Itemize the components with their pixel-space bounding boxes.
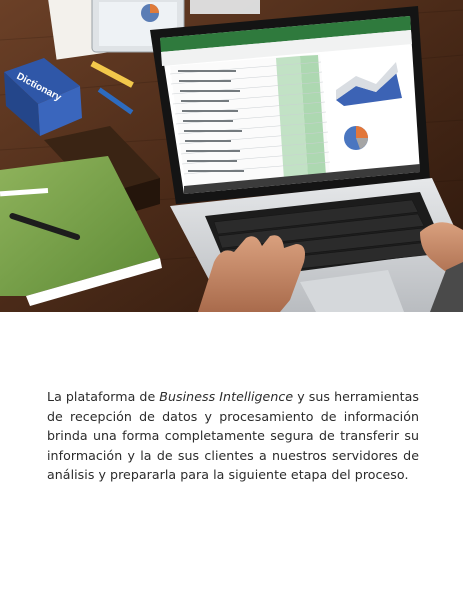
caption-italic-term: Business Intelligence [159,389,294,404]
spreadsheet [169,54,331,190]
description-paragraph: La plataforma de Business Intelligence y… [47,387,419,485]
laptop-spreadsheet-photo: Dictionary [0,0,463,312]
laptop [150,6,430,204]
caption-intro: La plataforma de [47,389,160,404]
